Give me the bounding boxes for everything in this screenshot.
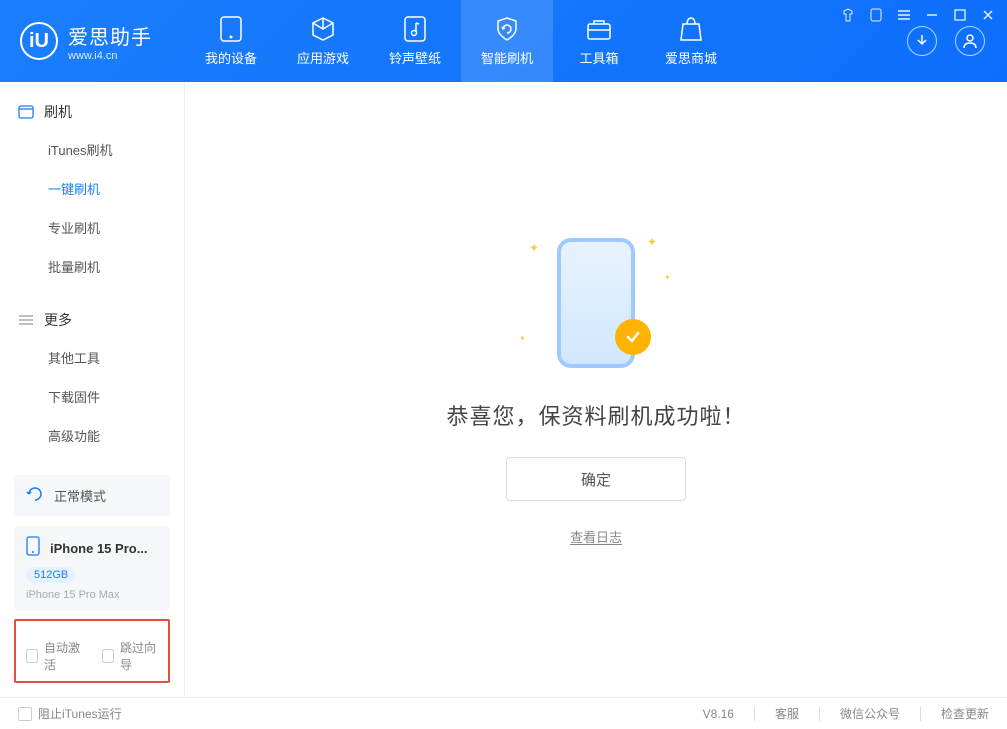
top-nav: 我的设备 应用游戏 铃声壁纸 智能刷机 工具箱 <box>185 0 907 82</box>
sidebar-item-oneclick-flash[interactable]: 一键刷机 <box>0 169 184 208</box>
user-button[interactable] <box>955 26 985 56</box>
device-icon <box>218 16 244 42</box>
logo-subtitle: www.i4.cn <box>68 50 152 62</box>
logo-icon: iU <box>20 22 58 60</box>
nav-store[interactable]: 爱思商城 <box>645 0 737 82</box>
sidebar-item-other-tools[interactable]: 其他工具 <box>0 338 184 377</box>
bag-icon <box>678 16 704 42</box>
music-icon <box>402 16 428 42</box>
nav-smart-flash[interactable]: 智能刷机 <box>461 0 553 82</box>
maximize-button[interactable] <box>953 8 967 22</box>
device-mode-box[interactable]: 正常模式 <box>14 475 170 516</box>
footer-link-update[interactable]: 检查更新 <box>941 705 989 722</box>
more-icon <box>18 312 34 328</box>
window-icon <box>18 104 34 120</box>
sidebar-item-batch-flash[interactable]: 批量刷机 <box>0 247 184 286</box>
sidebar: 刷机 iTunes刷机 一键刷机 专业刷机 批量刷机 更多 其他工具 下载固件 … <box>0 82 185 697</box>
device-name: iPhone 15 Pro... <box>50 541 148 556</box>
logo-title: 爱思助手 <box>68 21 152 50</box>
success-illustration: ✦ ✦ ✦ ✦ <box>511 233 681 373</box>
app-header: iU 爱思助手 www.i4.cn 我的设备 应用游戏 铃声壁纸 <box>0 0 1007 82</box>
status-bar: 阻止iTunes运行 V8.16 客服 微信公众号 检查更新 <box>0 697 1007 729</box>
device-model: iPhone 15 Pro Max <box>26 589 158 601</box>
sidebar-section-flash[interactable]: 刷机 <box>0 94 184 130</box>
sidebar-item-itunes-flash[interactable]: iTunes刷机 <box>0 130 184 169</box>
version-label: V8.16 <box>703 707 734 721</box>
sidebar-item-advanced[interactable]: 高级功能 <box>0 416 184 455</box>
device-info-box[interactable]: iPhone 15 Pro... 512GB iPhone 15 Pro Max <box>14 526 170 611</box>
skin-icon[interactable] <box>841 8 855 22</box>
footer-link-support[interactable]: 客服 <box>775 705 799 722</box>
sidebar-section-more[interactable]: 更多 <box>0 302 184 338</box>
phone-icon <box>26 536 40 561</box>
nav-my-device[interactable]: 我的设备 <box>185 0 277 82</box>
sidebar-item-pro-flash[interactable]: 专业刷机 <box>0 208 184 247</box>
success-message: 恭喜您，保资料刷机成功啦！ <box>446 399 745 431</box>
nav-apps-games[interactable]: 应用游戏 <box>277 0 369 82</box>
menu-icon[interactable] <box>897 8 911 22</box>
device-storage-badge: 512GB <box>26 567 76 583</box>
nav-toolbox[interactable]: 工具箱 <box>553 0 645 82</box>
block-itunes-label: 阻止iTunes运行 <box>38 705 122 722</box>
cube-icon <box>310 16 336 42</box>
checkbox-icon[interactable] <box>26 649 38 663</box>
window-controls <box>841 8 995 22</box>
view-log-link[interactable]: 查看日志 <box>570 527 622 546</box>
sidebar-item-download-firmware[interactable]: 下载固件 <box>0 377 184 416</box>
toolbox-icon <box>586 16 612 42</box>
checkbox-skip-guide[interactable]: 跳过向导 <box>102 639 160 673</box>
ok-button[interactable]: 确定 <box>506 457 686 501</box>
checkbox-icon[interactable] <box>102 649 114 663</box>
logo-area: iU 爱思助手 www.i4.cn <box>0 0 185 82</box>
refresh-icon <box>26 485 44 506</box>
highlighted-options: 自动激活 跳过向导 <box>14 619 170 683</box>
main-content: ✦ ✦ ✦ ✦ 恭喜您，保资料刷机成功啦！ 确定 查看日志 <box>185 82 1007 697</box>
success-check-icon <box>615 319 651 355</box>
footer-link-wechat[interactable]: 微信公众号 <box>840 705 900 722</box>
download-button[interactable] <box>907 26 937 56</box>
phone-small-icon[interactable] <box>869 8 883 22</box>
nav-ringtones[interactable]: 铃声壁纸 <box>369 0 461 82</box>
minimize-button[interactable] <box>925 8 939 22</box>
close-button[interactable] <box>981 8 995 22</box>
checkbox-block-itunes[interactable] <box>18 707 32 721</box>
checkbox-auto-activate[interactable]: 自动激活 <box>26 639 84 673</box>
refresh-shield-icon <box>494 16 520 42</box>
